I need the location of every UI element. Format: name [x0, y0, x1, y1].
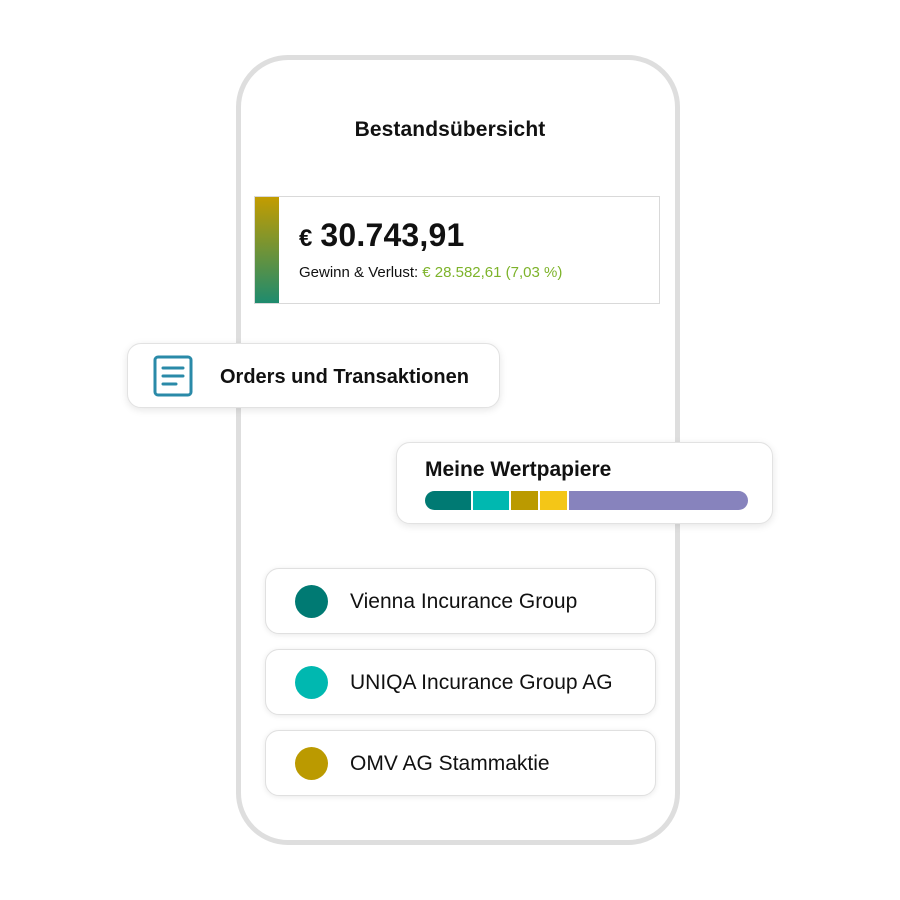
page-title: Bestandsübersicht [354, 118, 546, 141]
orders-label: Orders und Transaktionen [220, 366, 469, 388]
securities-title: Meine Wertpapiere [425, 458, 612, 481]
orders-transactions-button[interactable]: Orders und Transaktionen [127, 343, 500, 408]
holding-item[interactable]: UNIQA Incurance Group AG [265, 649, 656, 715]
total-value: 30.743,91 [320, 217, 465, 253]
allocation-segment [473, 491, 511, 510]
allocation-bar [425, 491, 748, 510]
profit-loss-value: € 28.582,61 (7,03 %) [422, 264, 563, 281]
holding-name: UNIQA Incurance Group AG [350, 671, 613, 694]
document-list-icon [153, 355, 193, 397]
holding-color-dot [295, 585, 328, 618]
profit-loss-line: Gewinn & Verlust: € 28.582,61 (7,03 %) [299, 264, 562, 281]
allocation-segment [568, 491, 748, 510]
holding-color-dot [295, 666, 328, 699]
currency-symbol: € [299, 225, 313, 252]
holding-color-dot [295, 747, 328, 780]
my-securities-card[interactable]: Meine Wertpapiere [396, 442, 773, 524]
allocation-segment [510, 491, 540, 510]
balance-card[interactable]: € 30.743,91 Gewinn & Verlust: € 28.582,61… [254, 196, 660, 304]
balance-accent-bar [255, 197, 279, 303]
holding-item[interactable]: Vienna Incurance Group [265, 568, 656, 634]
allocation-segment [425, 491, 474, 510]
allocation-segment [539, 491, 569, 510]
profit-loss-label: Gewinn & Verlust: [299, 264, 419, 281]
holding-name: Vienna Incurance Group [350, 590, 578, 613]
holding-name: OMV AG Stammaktie [350, 752, 550, 775]
holding-item[interactable]: OMV AG Stammaktie [265, 730, 656, 796]
balance-amount: € 30.743,91 [299, 217, 465, 254]
